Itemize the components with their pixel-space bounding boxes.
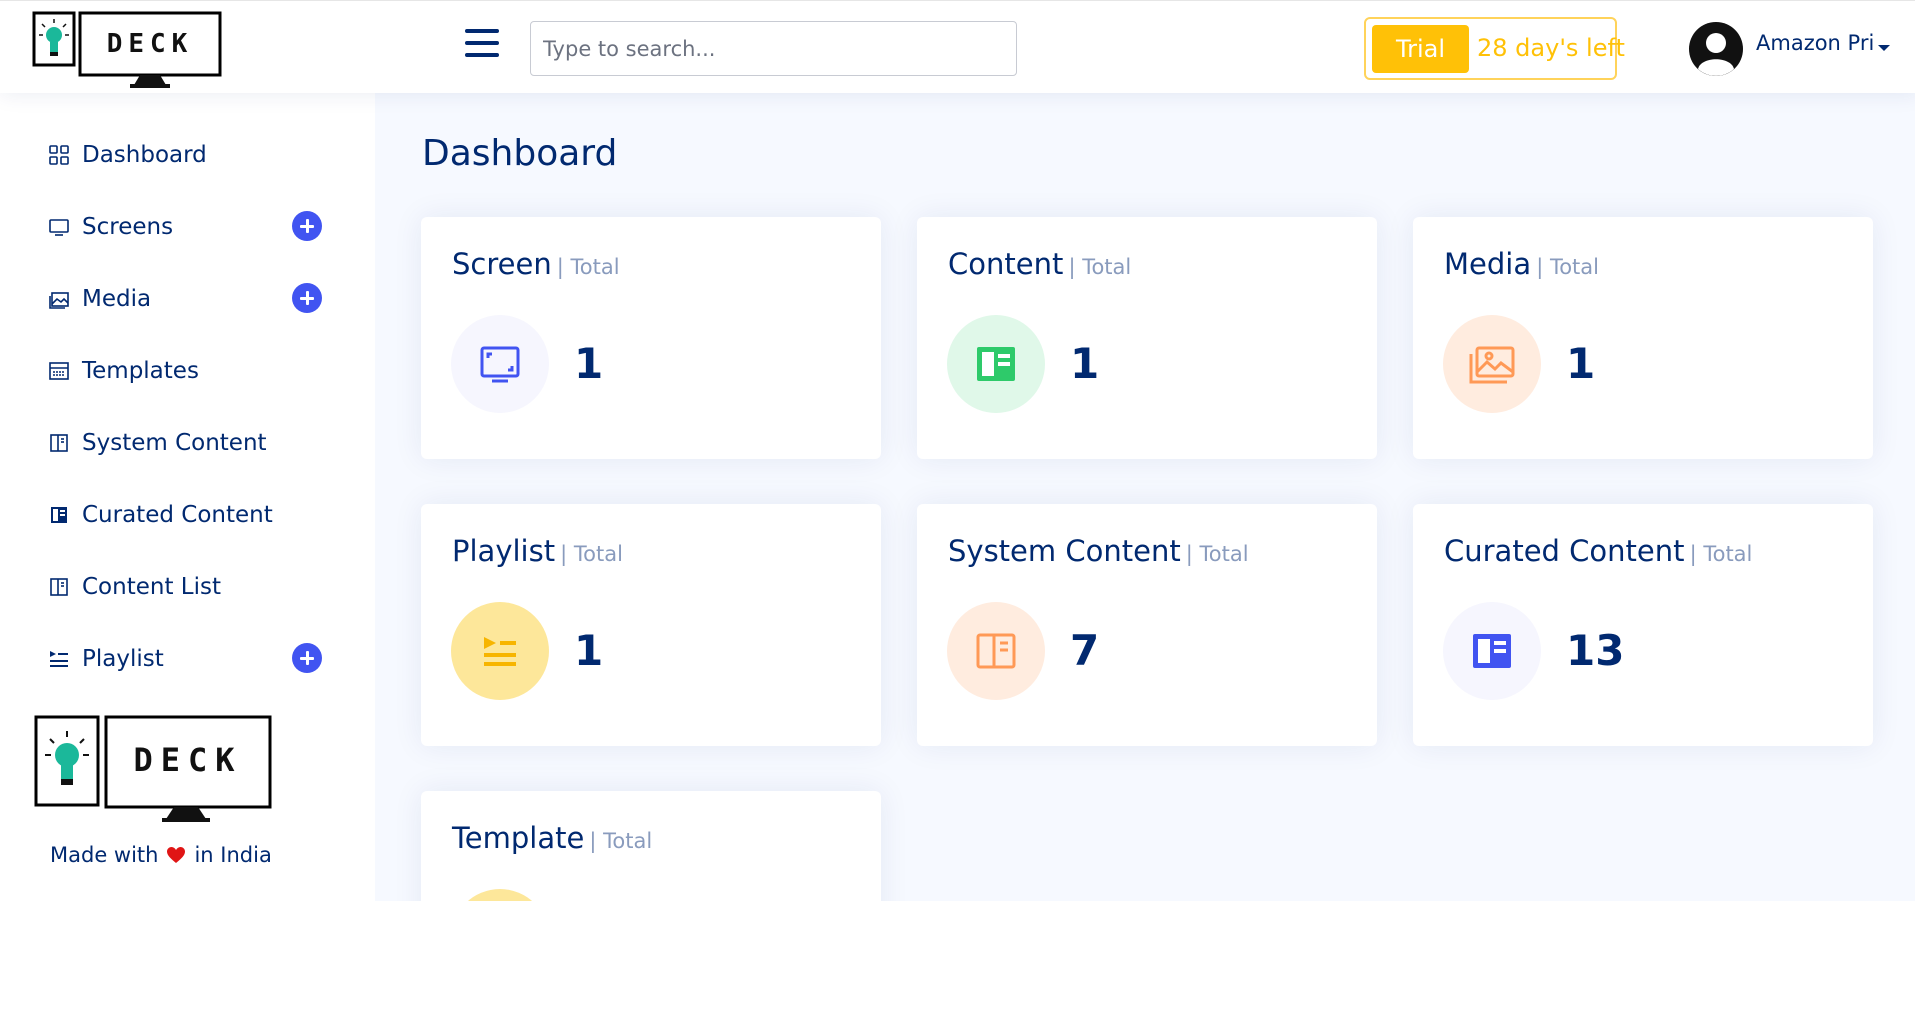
card-subtitle: | Total [1689, 542, 1753, 566]
card-subtitle: | Total [1185, 542, 1249, 566]
sidebar-item-curated-content[interactable]: Curated Content [48, 495, 328, 535]
footer-logo-text: DECK [133, 741, 242, 779]
sidebar-item-dashboard[interactable]: Dashboard [48, 135, 328, 175]
sidebar-item-playlist[interactable]: Playlist [48, 639, 328, 679]
logo-text: DECK [107, 29, 194, 59]
page-title: Dashboard [422, 133, 618, 174]
sidebar-item-label: System Content [82, 430, 267, 456]
card-subtitle: | Total [556, 255, 620, 279]
screen-icon [451, 315, 549, 413]
main-content: Dashboard Screen | Total 1 Content | Tot… [375, 93, 1920, 1026]
made-with-suffix: in India [194, 843, 272, 867]
trial-days-left: 28 day's left [1477, 34, 1625, 62]
made-with-text: Made with in India [50, 843, 272, 867]
sidebar-item-label: Media [82, 286, 152, 312]
layout-filled-icon [51, 507, 67, 523]
playlist-total-card[interactable]: Playlist | Total 1 [421, 504, 881, 746]
system-content-total-card[interactable]: System Content | Total 7 [917, 504, 1377, 746]
media-total-card[interactable]: Media | Total 1 [1413, 217, 1873, 459]
sidebar-item-label: Playlist [82, 646, 164, 672]
chevron-down-icon[interactable] [1878, 45, 1890, 51]
sidebar-item-label: Curated Content [82, 502, 273, 528]
vertical-scrollbar[interactable] [1915, 0, 1920, 1026]
monitor-icon [49, 219, 69, 236]
card-title: Playlist [452, 534, 556, 568]
card-title: Media [1444, 247, 1532, 281]
top-header: DECK Trial 28 day's left Amazon Pri [0, 0, 1920, 93]
deck-logo[interactable]: DECK [32, 11, 232, 93]
card-title: Curated Content [1444, 534, 1685, 568]
user-avatar-icon[interactable] [1688, 21, 1744, 77]
sidebar: Dashboard Screens Media Templates System… [0, 93, 375, 901]
sidebar-item-label: Dashboard [82, 142, 207, 168]
card-subtitle: | Total [1068, 255, 1132, 279]
content-icon [947, 315, 1045, 413]
add-media-button[interactable] [292, 283, 322, 313]
grid-icon [49, 145, 69, 165]
sidebar-item-system-content[interactable]: System Content [48, 423, 328, 463]
card-value: 13 [1566, 626, 1625, 675]
sidebar-item-content-list[interactable]: Content List [48, 567, 328, 607]
made-with-prefix: Made with [50, 843, 159, 867]
page-bottom-blank [0, 901, 1920, 1026]
card-subtitle: | Total [1536, 255, 1599, 279]
playlist-icon [451, 602, 549, 700]
heart-icon [167, 847, 186, 863]
card-value: 7 [1070, 626, 1100, 675]
add-screen-button[interactable] [292, 211, 322, 241]
hamburger-menu-icon[interactable] [463, 29, 503, 65]
sidebar-item-label: Templates [82, 358, 199, 384]
sidebar-item-templates[interactable]: Templates [48, 351, 328, 391]
content-total-card[interactable]: Content | Total 1 [917, 217, 1377, 459]
card-title: Content [948, 247, 1064, 281]
layout-icon [50, 578, 68, 596]
card-title: Template [452, 821, 585, 855]
curated-content-total-card[interactable]: Curated Content | Total 13 [1413, 504, 1873, 746]
layout-icon [50, 434, 68, 452]
card-subtitle: | Total [560, 542, 623, 566]
playlist-icon [50, 651, 68, 667]
sidebar-item-label: Screens [82, 214, 174, 240]
template-icon [49, 362, 69, 380]
card-title: Screen [452, 247, 552, 281]
sidebar-item-label: Content List [82, 574, 221, 600]
card-subtitle: | Total [589, 829, 653, 853]
add-playlist-button[interactable] [292, 643, 322, 673]
images-icon [49, 292, 69, 309]
card-title: System Content [948, 534, 1181, 568]
trial-badge: Trial [1372, 25, 1469, 73]
media-icon [1443, 315, 1541, 413]
system-content-icon [947, 602, 1045, 700]
card-value: 1 [1566, 339, 1596, 388]
sidebar-item-screens[interactable]: Screens [48, 207, 328, 247]
deck-footer-logo: DECK [34, 715, 272, 822]
card-value: 1 [574, 339, 604, 388]
card-value: 1 [1070, 339, 1100, 388]
search-input[interactable] [530, 21, 1017, 76]
user-name-dropdown[interactable]: Amazon Pri [1756, 31, 1874, 55]
screen-total-card[interactable]: Screen | Total 1 [421, 217, 881, 459]
curated-content-icon [1443, 602, 1541, 700]
trial-status[interactable]: Trial 28 day's left [1364, 17, 1625, 80]
sidebar-item-media[interactable]: Media [48, 279, 328, 319]
card-value: 1 [574, 626, 604, 675]
